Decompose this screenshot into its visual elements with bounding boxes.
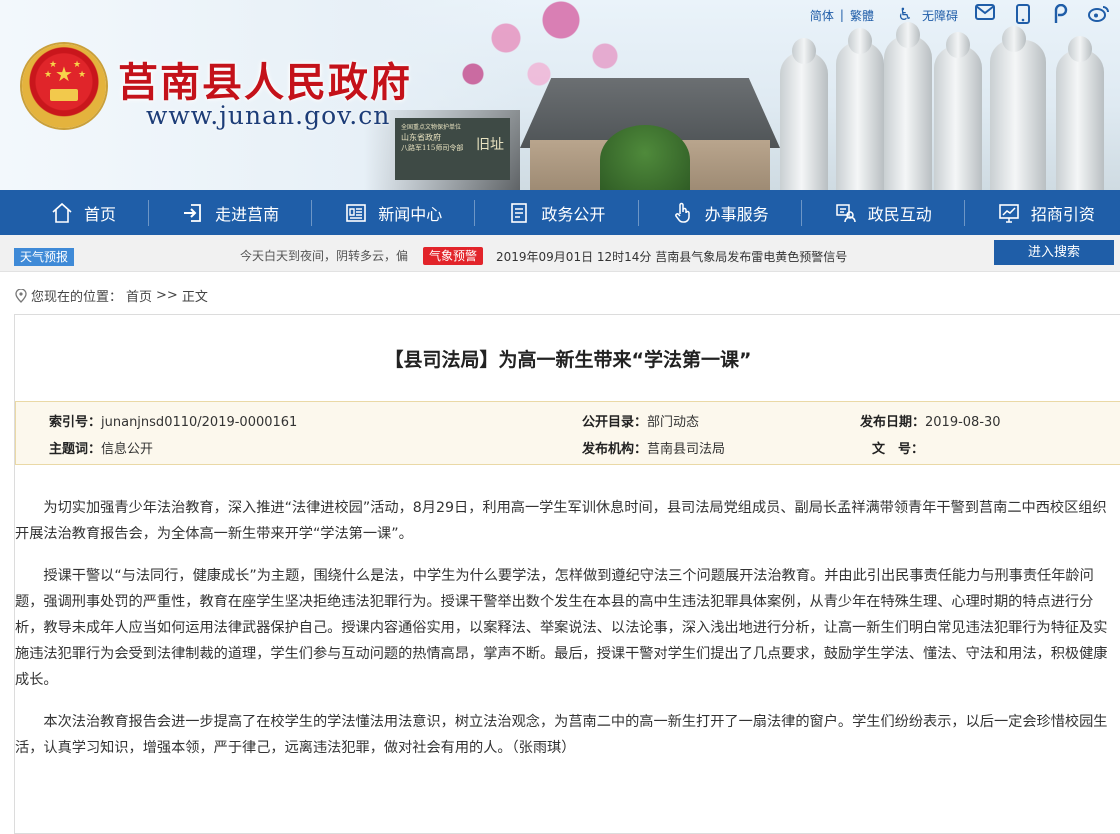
nav-item-label: 办事服务 [704,204,769,224]
breadcrumb-current: 正文 [181,290,208,305]
meta-value: 信息公开 [101,442,154,457]
article-meta-table: 索引号：junanjnsd0110/2019-0000161 公开目录：部门动态… [15,401,1120,465]
location-pin-icon [15,288,27,303]
interaction-icon [835,203,856,222]
banner-statue [990,26,1046,190]
weather-text: 今天白天到夜间，阴转多云，偏 [240,249,409,263]
document-icon [511,202,528,223]
nav-divider [474,199,476,226]
nav-item-label: 政务公开 [541,204,606,224]
nav-item-gov-affairs[interactable]: 政务公开 [507,190,605,235]
meta-value: 2019-08-30 [925,415,1001,430]
meta-index: 索引号：junanjnsd0110/2019-0000161 [49,411,297,430]
meta-label: 文 号： [872,442,925,457]
mobile-icon[interactable] [1012,4,1034,26]
meta-value: 部门动态 [647,415,700,430]
simplified-chinese-link[interactable]: 简体 [810,7,834,24]
search-button[interactable]: 进入搜索 [994,240,1114,265]
meta-value: 莒南县司法局 [647,442,726,457]
meta-label: 主题词： [49,442,102,457]
main-nav: 首页 走进莒南 新闻中心 政务公开 办事服务 政民互动 招商引资 [0,190,1120,235]
traditional-chinese-link[interactable]: 繁體 [850,7,874,24]
article-paragraph: 为切实加强青少年法治教育，深入推进“法律进校园”活动，8月29日，利用高一学生军… [15,500,1107,542]
nav-item-label: 招商引资 [1030,204,1095,224]
banner-flowers [440,0,660,110]
nav-item-label: 政民互动 [867,204,932,224]
weibo-icon[interactable] [1088,4,1110,26]
meta-subject: 主题词：信息公开 [49,438,153,457]
site-title[interactable]: 莒南县人民政府 [118,50,412,108]
mail-icon[interactable] [974,4,996,26]
nav-item-services[interactable]: 办事服务 [671,190,769,235]
national-emblem-icon: ★ ★ ★ ★ ★ [22,44,106,128]
nav-item-interaction[interactable]: 政民互动 [834,190,932,235]
plaque-line: 全国重点文物保护单位 [401,124,462,131]
enter-icon [184,203,202,222]
meta-label: 发布日期： [860,415,926,430]
plaque-line: 旧址 [476,137,504,153]
hand-pointer-icon [674,202,690,223]
nav-item-label: 走进莒南 [215,204,280,224]
banner-statue [1056,36,1104,190]
header-banner: 全国重点文物保护单位 山东省政府 八路军115师司令部 旧址 ★ ★ ★ ★ ★… [0,0,1120,190]
top-links: 简体 | 繁體 ♿ 无障碍 [810,3,1110,26]
nav-divider [311,199,313,226]
nav-item-label: 首页 [84,204,117,224]
article-body: 为切实加强青少年法治教育，深入推进“法律进校园”活动，8月29日，利用高一学生军… [15,495,1113,777]
banner-statue [836,28,884,190]
meta-catalog: 公开目录：部门动态 [582,411,699,430]
article-paragraph: 授课干警以“与法同行，健康成长”为主题，围绕什么是法，中学生为什么要学法，怎样做… [15,568,1108,688]
meta-label: 发布机构： [582,442,648,457]
nav-item-about[interactable]: 走进莒南 [181,190,279,235]
nav-item-investment[interactable]: 招商引资 [997,190,1095,235]
breadcrumb-home-link[interactable]: 首页 [126,286,152,305]
accessibility-icon[interactable]: ♿ [894,4,916,26]
weather-warning-text[interactable]: 2019年09月01日 12时14分 莒南县气象局发布雷电黄色预警信号 [496,248,847,265]
meta-docno: 文 号： [872,438,924,457]
banner-statue [780,38,828,190]
accessibility-link[interactable]: 无障碍 [922,7,958,24]
meta-org: 发布机构：莒南县司法局 [582,438,725,457]
wechat-icon[interactable] [1050,3,1072,26]
site-url[interactable]: www.junan.gov.cn [146,101,390,130]
investment-icon [999,203,1019,223]
meta-value: junanjnsd0110/2019-0000161 [101,415,298,430]
home-icon [52,202,72,223]
meta-label: 索引号： [49,415,102,430]
banner-statue [884,22,932,190]
article-title: 【县司法局】为高一新生带来“学法第一课” [384,349,752,371]
article-paragraph: 本次法治教育报告会进一步提高了在校学生的学法懂法用法意识，树立法治观念，为莒南二… [15,714,1108,756]
news-icon [346,203,367,222]
breadcrumb: 您现在的位置： 首页 >> 正文 [15,286,208,305]
nav-divider [800,199,802,226]
meta-label: 公开目录： [582,415,648,430]
article-container: 【县司法局】为高一新生带来“学法第一课” 索引号：junanjnsd0110/2… [14,314,1120,834]
nav-divider [148,199,150,226]
divider: | [839,8,844,22]
breadcrumb-separator: >> [156,288,178,303]
weather-warning-tag[interactable]: 气象预警 [423,247,484,265]
nav-item-label: 新闻中心 [378,204,443,224]
nav-divider [963,199,965,226]
info-bar: 天气预报 今天白天到夜间，阴转多云，偏 气象预警 2019年09月01日 12时… [0,235,1120,272]
heritage-plaque: 全国重点文物保护单位 山东省政府 八路军115师司令部 旧址 [395,118,510,180]
nav-item-news[interactable]: 新闻中心 [344,190,442,235]
meta-date: 发布日期：2019-08-30 [860,411,1001,430]
banner-statue [934,32,982,190]
weather-tag[interactable]: 天气预报 [14,248,75,266]
breadcrumb-prefix: 您现在的位置： [31,290,123,305]
nav-item-home[interactable]: 首页 [50,190,116,235]
nav-divider [637,199,639,226]
banner-tree [600,125,690,190]
